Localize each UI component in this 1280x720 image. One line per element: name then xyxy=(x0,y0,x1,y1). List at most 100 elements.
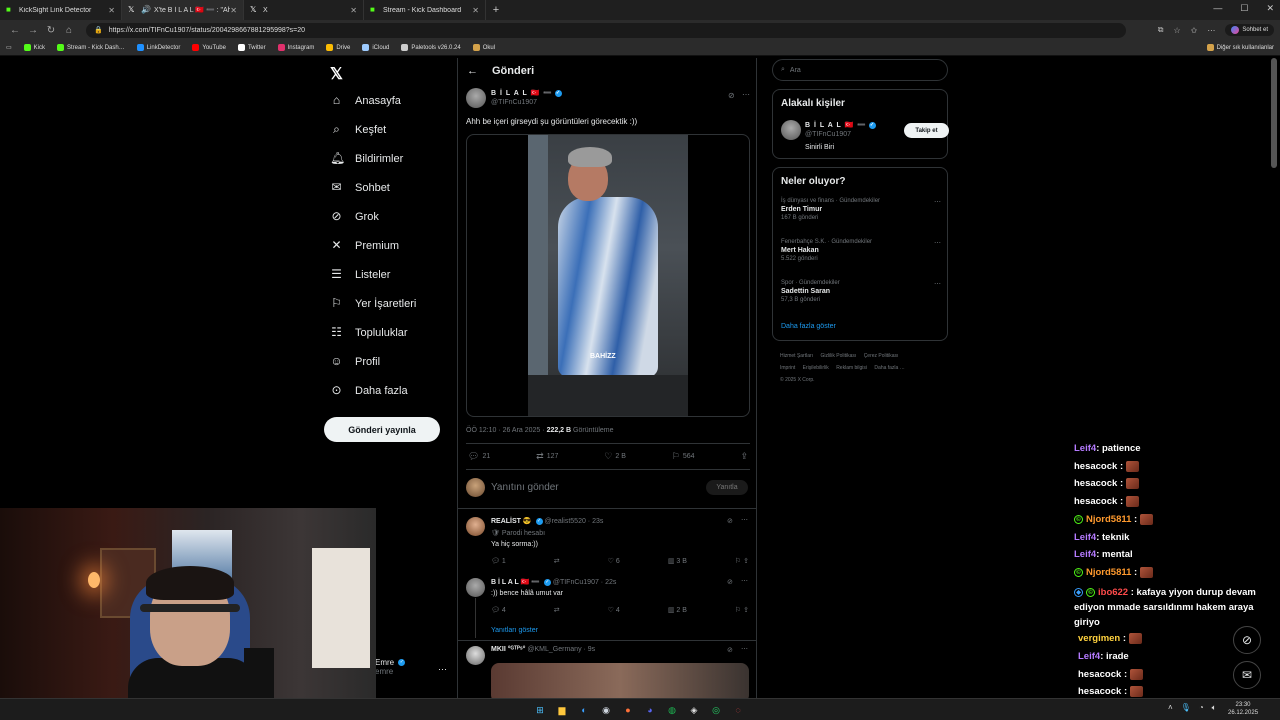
views-action[interactable]: ▥ 3 B xyxy=(668,557,687,565)
reload-icon[interactable]: ↻ xyxy=(42,25,60,36)
show-more-link[interactable]: Daha fazla göster xyxy=(781,323,836,330)
like-action[interactable]: ♡ 2 B xyxy=(604,451,626,462)
forward-arrow-icon[interactable]: → xyxy=(24,25,42,36)
taskbar-clock[interactable]: 23:30 26.12.2025 xyxy=(1228,701,1258,717)
post-button[interactable]: Gönderi yayınla xyxy=(324,417,440,442)
reply-action[interactable]: 💬︎ 21 xyxy=(468,451,490,462)
bookmark-item[interactable]: Paletools v26.0.24 xyxy=(401,44,461,51)
avatar[interactable] xyxy=(466,517,485,536)
close-icon[interactable]: ✕ xyxy=(350,6,357,15)
url-field[interactable]: 🔒 https://x.com/TIFnCu1907/status/200429… xyxy=(86,22,1126,38)
like-action[interactable]: ♡ 6 xyxy=(608,557,620,565)
account-switcher[interactable]: Emre ✓ emre xyxy=(375,658,406,676)
more-dots-icon[interactable]: ⋯ xyxy=(741,577,748,585)
views-action[interactable]: ▥ 2 B xyxy=(668,606,687,614)
bookmark-item[interactable]: Twitter xyxy=(237,44,266,51)
browser-icon[interactable]: ● xyxy=(620,702,636,718)
close-icon[interactable]: ✕ xyxy=(230,6,237,15)
like-action[interactable]: ♡ 4 xyxy=(608,606,620,614)
more-dots-icon[interactable]: ⋯ xyxy=(934,239,941,247)
close-window-icon[interactable]: ✕ xyxy=(1266,3,1274,14)
nav-home[interactable]: ⌂ Anasayfa xyxy=(330,94,401,107)
related-person[interactable]: B İ L A L 🇹🇷 ➖ ✓ @TIFnCu1907 Sinirli Biri… xyxy=(781,120,949,160)
minimize-icon[interactable]: — xyxy=(1213,3,1222,14)
more-dots-icon[interactable]: ⋯ xyxy=(934,280,941,288)
star-icon[interactable]: ☆ xyxy=(1173,26,1180,35)
tab-x[interactable]: 𝕏 X ✕ xyxy=(244,0,364,20)
messages-float-button[interactable]: ✉ xyxy=(1233,661,1261,689)
nav-grok[interactable]: ⊘ Grok xyxy=(330,210,378,223)
reply-action[interactable]: 💬︎ 4 xyxy=(491,606,506,614)
bookmark-item[interactable]: YouTube xyxy=(192,44,226,51)
footer-link[interactable]: Imprint xyxy=(780,365,795,371)
more-dots-icon[interactable]: ⋯ xyxy=(438,664,447,675)
repost-action[interactable]: ⇄ xyxy=(554,606,560,614)
more-dots-icon[interactable]: ⋯ xyxy=(741,516,748,524)
nav-premium[interactable]: ✕ Premium xyxy=(330,239,399,252)
close-icon[interactable]: ✕ xyxy=(108,6,115,15)
bookmark-item[interactable]: Stream - Kick Dash… xyxy=(57,44,125,51)
grok-icon[interactable]: ⊘ xyxy=(728,91,735,100)
avatar[interactable] xyxy=(466,646,485,665)
x-logo-icon[interactable]: 𝕏 xyxy=(330,64,343,84)
extensions-icon[interactable]: ⧉ xyxy=(1158,25,1164,35)
related-name[interactable]: B İ L A L 🇹🇷 ➖ ✓ xyxy=(805,121,876,129)
nav-chat[interactable]: ✉ Sohbet xyxy=(330,181,389,194)
author-name[interactable]: B İ L A L 🇹🇷 ➖ ✓ xyxy=(491,89,562,97)
follow-button[interactable]: Takip et xyxy=(904,123,949,138)
grok-icon[interactable]: ⊘ xyxy=(727,517,733,525)
new-tab-button[interactable]: + xyxy=(486,4,506,16)
nav-explore[interactable]: ⌕ Keşfet xyxy=(330,123,386,136)
reply-item[interactable]: REALİST 😎 ✓ @realist5520 · 23s ⊘ ⋯ 🛡 Par… xyxy=(466,517,750,569)
wifi-icon[interactable]: ◔ xyxy=(1199,703,1204,713)
maximize-icon[interactable]: ☐ xyxy=(1240,3,1248,14)
file-explorer-icon[interactable]: ▆ xyxy=(554,702,570,718)
bookmark-item[interactable]: LinkDetector xyxy=(136,44,180,51)
tab-kick-dashboard[interactable]: ■ Stream - Kick Dashboard ✕ xyxy=(364,0,486,20)
nav-profile[interactable]: ☺ Profil xyxy=(330,355,380,368)
grok-icon[interactable]: ⊘ xyxy=(727,646,733,654)
scrollbar[interactable] xyxy=(1271,58,1277,168)
bookmark-item[interactable]: iCloud xyxy=(362,44,389,51)
more-dots-icon[interactable]: ⋯ xyxy=(742,90,750,99)
copilot-button[interactable]: Sohbet et xyxy=(1225,24,1274,36)
nav-bookmarks[interactable]: ⚐ Yer İşaretleri xyxy=(330,297,416,310)
more-dots-icon[interactable]: ⋯ xyxy=(934,198,941,206)
search-input[interactable]: ⌕ Ara xyxy=(772,59,948,81)
windows-start-icon[interactable]: ⊞ xyxy=(532,702,548,718)
reply-item[interactable]: B İ L A L 🇹🇷 ➖ ✓ @TIFnCu1907 · 22s ⊘ ⋯ :… xyxy=(466,578,750,624)
post-video[interactable]: BAHİZZ xyxy=(466,134,750,417)
nav-communities[interactable]: ☷ Topluluklar xyxy=(330,326,407,339)
related-handle[interactable]: @TIFnCu1907 xyxy=(805,131,851,138)
favorites-icon[interactable]: ✩ xyxy=(1191,26,1198,35)
other-bookmarks[interactable]: Diğer sık kullanılanlar xyxy=(1206,44,1274,51)
more-dots-icon[interactable]: ⋯ xyxy=(741,645,748,653)
share-action[interactable]: ⇪ xyxy=(740,451,748,462)
footer-link[interactable]: Daha fazla … xyxy=(874,365,904,371)
tab-kicksight[interactable]: ■ KickSight Link Detector ✕ xyxy=(0,0,122,20)
tab-x-post[interactable]: 𝕏 🔊 X'te B İ L A L 🇹🇷 ➖ : "Ahh be iç… ✕ xyxy=(122,0,244,20)
speaker-icon[interactable]: 🔊 xyxy=(141,6,151,14)
settings-more-icon[interactable]: ⋯ xyxy=(1207,26,1215,35)
close-icon[interactable]: ✕ xyxy=(472,6,479,15)
bookmark-action[interactable]: ⚐ 564 xyxy=(672,451,695,462)
obs-icon[interactable]: ◌ xyxy=(730,702,746,718)
trend-item[interactable]: Fenerbahçe S.K. · Gündemdekiler Mert Hak… xyxy=(781,239,941,262)
reply-input[interactable]: Yanıtını gönder xyxy=(491,482,559,493)
repost-action[interactable]: ⇄ xyxy=(554,557,560,565)
reply-action[interactable]: 💬︎ 1 xyxy=(491,557,506,565)
footer-link[interactable]: Reklam bilgisi xyxy=(836,365,867,371)
avatar[interactable] xyxy=(466,88,486,108)
home-browser-icon[interactable]: ⌂ xyxy=(60,25,78,36)
show-replies-link[interactable]: Yanıtları göster xyxy=(491,627,538,634)
edge-icon[interactable]: ◐ xyxy=(576,702,592,718)
nav-lists[interactable]: ☰ Listeler xyxy=(330,268,390,281)
app-icon[interactable]: ◈ xyxy=(686,702,702,718)
grok-icon[interactable]: ⊘ xyxy=(727,578,733,586)
grok-float-button[interactable]: ⊘ xyxy=(1233,626,1261,654)
whatsapp-icon[interactable]: ◎ xyxy=(708,702,724,718)
reply-button[interactable]: Yanıtla xyxy=(706,480,748,495)
bookmark-action[interactable]: ⚐ ⇪ xyxy=(735,557,749,565)
trend-item[interactable]: İş dünyası ve finans · Gündemdekiler Erd… xyxy=(781,198,941,221)
author-handle[interactable]: @TIFnCu1907 xyxy=(491,99,537,106)
